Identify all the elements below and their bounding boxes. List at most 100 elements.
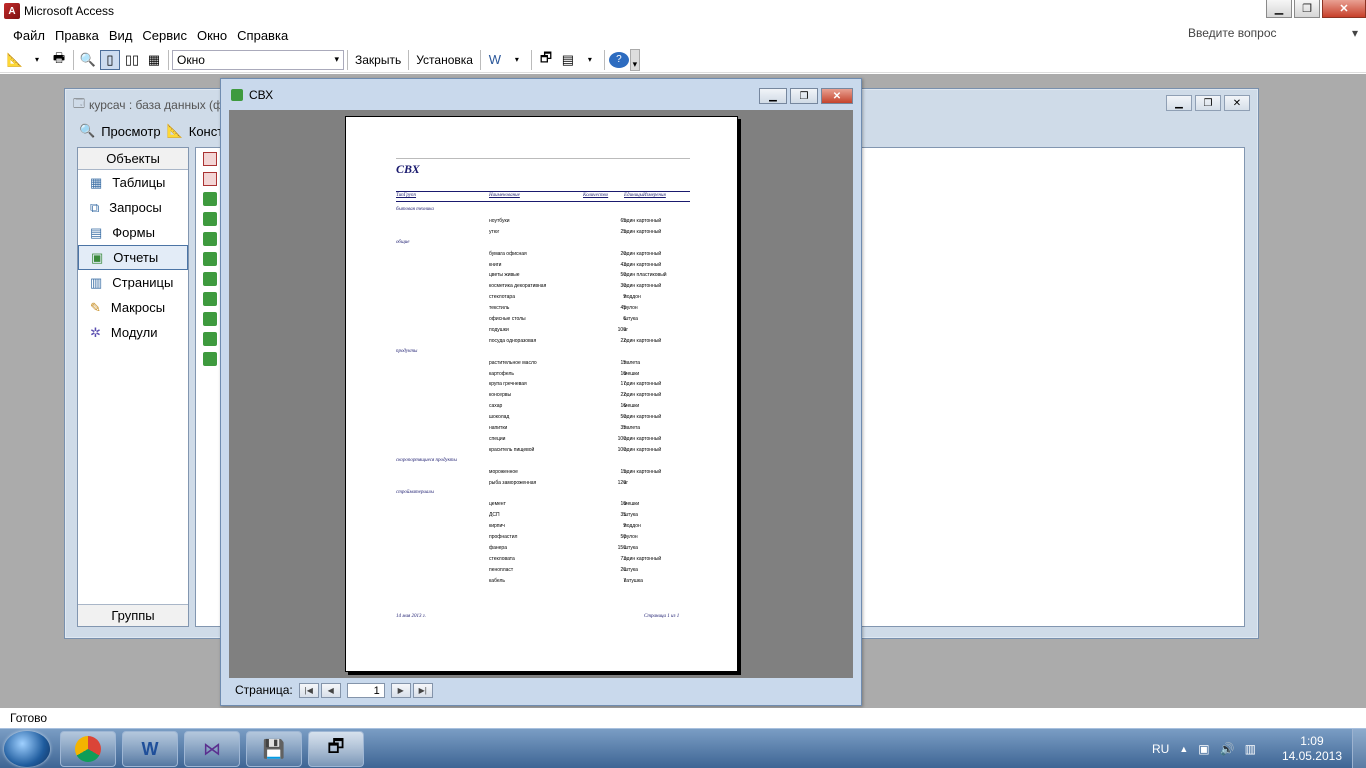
report-cell-unit: рулон bbox=[624, 305, 638, 312]
report-cell-name: подушки bbox=[489, 326, 509, 333]
object-macros[interactable]: ✎ Макросы bbox=[78, 295, 188, 320]
report-item-icon[interactable] bbox=[203, 352, 217, 366]
report-item-icon[interactable] bbox=[203, 232, 217, 246]
access-taskbar-icon[interactable]: 🗗 bbox=[308, 731, 364, 767]
help-question-box[interactable]: Введите вопрос ▾ bbox=[1188, 26, 1358, 43]
report-cell-quantity: 100 bbox=[617, 446, 626, 453]
report-cell-name: стеклотара bbox=[489, 294, 515, 301]
report-item-icon[interactable] bbox=[203, 292, 217, 306]
visual-studio-taskbar-icon[interactable]: ⋈ bbox=[184, 731, 240, 767]
toolbar-options-icon[interactable]: ▾ bbox=[629, 48, 640, 71]
last-page-button[interactable]: ▶| bbox=[412, 682, 433, 698]
report-window-title: СВХ bbox=[249, 88, 274, 102]
app-title: Microsoft Access bbox=[24, 4, 115, 18]
next-page-button[interactable]: ▶ bbox=[390, 682, 411, 698]
report-item-icon[interactable] bbox=[203, 312, 217, 326]
report-cell-name: бумага офисная bbox=[489, 250, 527, 257]
word-taskbar-icon[interactable]: W bbox=[122, 731, 178, 767]
language-indicator[interactable]: RU bbox=[1152, 742, 1169, 756]
report-cell-unit: один картонный bbox=[624, 468, 662, 475]
database-window-icon[interactable]: 🗗 bbox=[536, 50, 556, 70]
menu-help[interactable]: Справка bbox=[232, 28, 293, 43]
close-preview-button[interactable]: Закрыть bbox=[352, 50, 404, 70]
print-icon[interactable]: 🖶 bbox=[49, 50, 69, 70]
device-icon[interactable]: ▣ bbox=[1198, 742, 1209, 756]
page-setup-button[interactable]: Установка bbox=[413, 50, 476, 70]
report-cell-unit: мешки bbox=[624, 501, 640, 508]
report-cell-unit: мешки bbox=[624, 403, 640, 410]
report-cell-quantity: 150 bbox=[617, 544, 626, 551]
report-item-icon[interactable] bbox=[203, 212, 217, 226]
new-object-icon[interactable]: ▤ bbox=[558, 50, 578, 70]
help-question-placeholder: Введите вопрос bbox=[1188, 26, 1277, 40]
report-cell-name: краситель пищевой bbox=[489, 446, 535, 453]
object-modules[interactable]: ✲ Модули bbox=[78, 320, 188, 345]
report-cell-quantity: 15 bbox=[620, 468, 626, 475]
objects-header[interactable]: Объекты bbox=[78, 148, 188, 170]
object-pages[interactable]: ▥ Страницы bbox=[78, 270, 188, 295]
chevron-up-icon[interactable]: ▲ bbox=[1179, 744, 1188, 754]
report-item-icon[interactable] bbox=[203, 252, 217, 266]
db-minimize-button[interactable]: ▁ bbox=[1166, 95, 1192, 111]
groups-bar[interactable]: Группы bbox=[78, 604, 188, 626]
report-cell-unit: один картонный bbox=[624, 337, 662, 344]
menu-view[interactable]: Вид bbox=[104, 28, 138, 43]
word-export-icon[interactable]: W bbox=[485, 50, 505, 70]
report-title: СВХ bbox=[396, 162, 420, 176]
object-label: Запросы bbox=[109, 200, 162, 215]
page-number-input[interactable]: 1 bbox=[346, 682, 385, 698]
menu-edit[interactable]: Правка bbox=[50, 28, 104, 43]
report-cell-name: косметика декоративная bbox=[489, 283, 547, 290]
db-restore-button[interactable]: ❐ bbox=[1195, 95, 1221, 111]
chevron-down-icon[interactable]: ▾ bbox=[27, 50, 47, 70]
chevron-down-icon[interactable]: ▾ bbox=[580, 50, 600, 70]
report-cell-quantity: 50 bbox=[620, 414, 626, 421]
create-report-wizard-icon[interactable] bbox=[203, 172, 217, 186]
report-group-label: продукты bbox=[396, 348, 418, 354]
report-minimize-button[interactable]: ▁ bbox=[759, 88, 787, 104]
start-button[interactable] bbox=[4, 731, 50, 767]
report-page[interactable]: СВХ ТипГрупп Наименование Количество Еди… bbox=[345, 116, 738, 672]
title-bar: A Microsoft Access ▁ ❐ ✕ bbox=[0, 0, 1366, 22]
report-item-icon[interactable] bbox=[203, 272, 217, 286]
create-report-design-icon[interactable] bbox=[203, 152, 217, 166]
minimize-button[interactable]: ▁ bbox=[1266, 0, 1292, 18]
clock[interactable]: 1:09 14.05.2013 bbox=[1282, 734, 1342, 764]
report-cell-name: фанера bbox=[489, 544, 507, 551]
design-view-icon[interactable]: 📐 bbox=[5, 50, 25, 70]
object-forms[interactable]: ▤ Формы bbox=[78, 220, 188, 245]
report-restore-button[interactable]: ❐ bbox=[790, 88, 818, 104]
help-icon[interactable]: ? bbox=[608, 51, 629, 68]
chrome-taskbar-icon[interactable] bbox=[60, 731, 116, 767]
one-page-icon[interactable]: ▯ bbox=[100, 49, 120, 70]
report-cell-quantity: 20 bbox=[620, 566, 626, 573]
restore-button[interactable]: ❐ bbox=[1294, 0, 1320, 18]
volume-icon[interactable]: 🔊 bbox=[1220, 742, 1235, 756]
menu-file[interactable]: Файл bbox=[8, 28, 50, 43]
chevron-down-icon[interactable]: ▾ bbox=[507, 50, 527, 70]
report-cell-unit: один картонный bbox=[624, 435, 662, 442]
object-tables[interactable]: ▦ Таблицы bbox=[78, 170, 188, 195]
network-icon[interactable]: ▥ bbox=[1245, 742, 1256, 756]
db-close-button[interactable]: ✕ bbox=[1224, 95, 1250, 111]
show-desktop-button[interactable] bbox=[1352, 729, 1366, 768]
object-queries[interactable]: ⧉ Запросы bbox=[78, 195, 188, 220]
multiple-pages-icon[interactable]: ▦ bbox=[144, 50, 164, 70]
report-item-icon[interactable] bbox=[203, 192, 217, 206]
report-item-icon[interactable] bbox=[203, 332, 217, 346]
two-pages-icon[interactable]: ▯▯ bbox=[122, 50, 142, 70]
menu-tools[interactable]: Сервис bbox=[137, 28, 192, 43]
save-taskbar-icon[interactable]: 💾 bbox=[246, 731, 302, 767]
first-page-button[interactable]: |◀ bbox=[298, 682, 319, 698]
zoom-icon[interactable]: 🔍 bbox=[78, 50, 98, 70]
prev-page-button[interactable]: ◀ bbox=[320, 682, 341, 698]
object-reports[interactable]: ▣ Отчеты bbox=[78, 245, 188, 270]
report-cell-name: кирпич bbox=[489, 523, 505, 530]
menu-window[interactable]: Окно bbox=[192, 28, 232, 43]
query-icon: ⧉ bbox=[90, 199, 100, 215]
close-button[interactable]: ✕ bbox=[1322, 0, 1366, 18]
status-bar: Готово bbox=[0, 708, 1366, 728]
report-close-button[interactable]: ✕ bbox=[821, 88, 853, 104]
preview-button[interactable]: Просмотр bbox=[101, 124, 160, 139]
zoom-combo[interactable]: Окно ▾ bbox=[172, 49, 344, 70]
